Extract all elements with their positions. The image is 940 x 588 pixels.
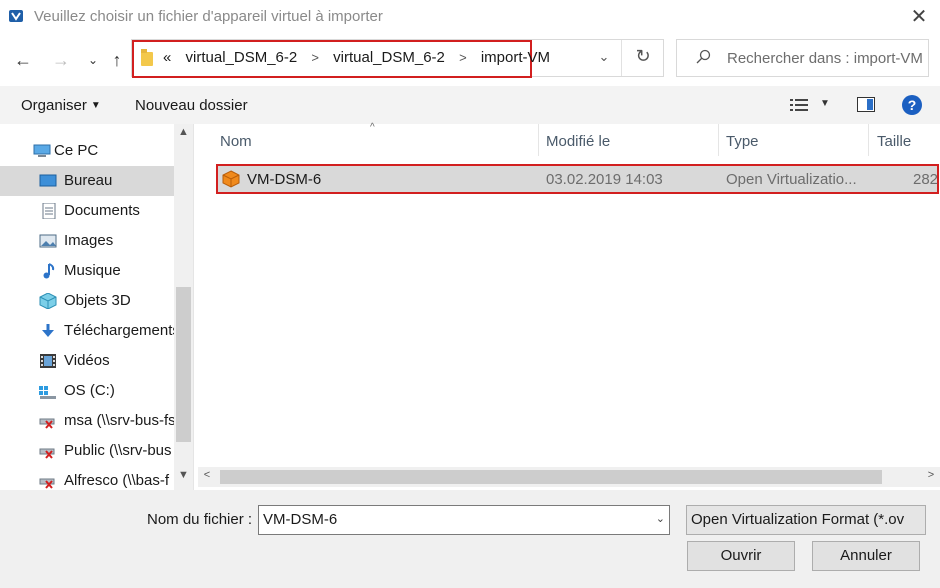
address-bar[interactable]: « virtual_DSM_6-2 > virtual_DSM_6-2 > im… bbox=[131, 39, 664, 78]
file-row[interactable]: VM-DSM-6 03.02.2019 14:03 Open Virtualiz… bbox=[216, 164, 939, 194]
column-header-name[interactable]: Nom bbox=[220, 133, 252, 150]
sidebar-item-os-c[interactable]: OS (C:) bbox=[0, 376, 174, 406]
chevron-right-icon[interactable]: > bbox=[459, 50, 467, 65]
drive-icon bbox=[39, 386, 56, 399]
sidebar-item-musique[interactable]: Musique bbox=[0, 256, 174, 286]
sidebar-item-videos[interactable]: Vidéos bbox=[0, 346, 174, 376]
filename-field[interactable]: VM-DSM-6 ⌄ bbox=[258, 505, 670, 535]
desktop-icon bbox=[39, 174, 57, 187]
divider bbox=[621, 40, 622, 76]
cancel-button[interactable]: Annuler bbox=[812, 541, 920, 571]
filename-label: Nom du fichier : bbox=[147, 511, 253, 528]
view-details-icon[interactable] bbox=[790, 98, 808, 112]
breadcrumb-item[interactable]: import-VM bbox=[481, 49, 550, 66]
file-type-value: Open Virtualization Format (*.ov bbox=[691, 511, 905, 528]
column-header-type[interactable]: Type bbox=[726, 133, 759, 150]
3d-objects-icon bbox=[39, 293, 57, 309]
file-modified: 03.02.2019 14:03 bbox=[546, 171, 663, 188]
sidebar-scrollbar[interactable]: ▲ ▼ bbox=[174, 124, 193, 490]
network-drive-disconnected-icon bbox=[39, 478, 55, 489]
open-button[interactable]: Ouvrir bbox=[687, 541, 795, 571]
folder-icon bbox=[141, 49, 153, 66]
scroll-up-icon[interactable]: ▲ bbox=[174, 126, 193, 146]
organize-button[interactable]: Organiser ▼ bbox=[21, 97, 101, 114]
column-divider[interactable] bbox=[718, 124, 719, 156]
refresh-icon[interactable]: ↻ bbox=[632, 46, 654, 68]
pictures-icon bbox=[39, 234, 57, 248]
scroll-left-icon[interactable]: < bbox=[198, 469, 216, 485]
chevron-down-icon[interactable]: ⌄ bbox=[656, 512, 665, 525]
column-divider[interactable] bbox=[538, 124, 539, 156]
sidebar-item-documents[interactable]: Documents bbox=[0, 196, 174, 226]
search-icon bbox=[696, 49, 711, 64]
sidebar-item-bureau[interactable]: Bureau bbox=[0, 166, 174, 196]
breadcrumb-item[interactable]: virtual_DSM_6-2 bbox=[333, 49, 445, 66]
column-header-row: ^ Nom Modifié le Type Taille bbox=[194, 122, 940, 159]
dialog-footer: Nom du fichier : VM-DSM-6 ⌄ Open Virtual… bbox=[0, 490, 940, 588]
file-type-select[interactable]: Open Virtualization Format (*.ov bbox=[686, 505, 926, 535]
sidebar-item-alfresco[interactable]: Alfresco (\\bas-f bbox=[0, 466, 174, 490]
file-name: VM-DSM-6 bbox=[247, 171, 322, 188]
recent-locations-chevron-icon[interactable]: ⌄ bbox=[82, 49, 104, 71]
column-header-size[interactable]: Taille bbox=[877, 133, 911, 150]
videos-icon bbox=[40, 354, 56, 368]
breadcrumb-item[interactable]: virtual_DSM_6-2 bbox=[186, 49, 298, 66]
chevron-right-icon[interactable]: > bbox=[311, 50, 319, 65]
file-list: ^ Nom Modifié le Type Taille VM-DSM-6 03… bbox=[194, 122, 940, 490]
search-input[interactable]: Rechercher dans : import-VM bbox=[676, 39, 929, 77]
music-icon bbox=[43, 263, 55, 279]
scrollbar-thumb[interactable] bbox=[176, 287, 191, 442]
preview-pane-icon[interactable] bbox=[857, 97, 875, 112]
new-folder-button[interactable]: Nouveau dossier bbox=[135, 97, 248, 114]
scrollbar-thumb[interactable] bbox=[220, 470, 882, 484]
sidebar-item-objets-3d[interactable]: Objets 3D bbox=[0, 286, 174, 316]
sort-ascending-icon: ^ bbox=[370, 122, 375, 133]
column-header-modified[interactable]: Modifié le bbox=[546, 133, 610, 150]
navigation-bar: ← → ⌄ ↑ « virtual_DSM_6-2 > virtual_DSM_… bbox=[0, 34, 940, 86]
scroll-right-icon[interactable]: > bbox=[922, 469, 940, 485]
documents-icon bbox=[42, 203, 56, 219]
scroll-down-icon[interactable]: ▼ bbox=[174, 469, 193, 489]
downloads-icon bbox=[42, 324, 54, 337]
close-icon[interactable]: ✕ bbox=[906, 5, 932, 29]
network-drive-disconnected-icon bbox=[39, 448, 55, 459]
help-icon[interactable]: ? bbox=[902, 95, 922, 115]
filename-value: VM-DSM-6 bbox=[263, 511, 338, 528]
sidebar-item-public[interactable]: Public (\\srv-bus bbox=[0, 436, 174, 466]
file-size: 282 bbox=[913, 171, 939, 188]
network-drive-disconnected-icon bbox=[39, 418, 55, 429]
file-type: Open Virtualizatio... bbox=[726, 171, 857, 188]
command-bar: Organiser ▼ Nouveau dossier ▼ ? bbox=[0, 86, 940, 124]
chevron-down-icon[interactable]: ⌄ bbox=[594, 49, 614, 67]
sidebar-item-images[interactable]: Images bbox=[0, 226, 174, 256]
navigation-pane: Ce PC Bureau Documents Images Musique Ob… bbox=[0, 124, 194, 490]
back-arrow-icon[interactable]: ← bbox=[12, 49, 34, 71]
search-placeholder: Rechercher dans : import-VM bbox=[727, 50, 923, 67]
breadcrumb: « virtual_DSM_6-2 > virtual_DSM_6-2 > im… bbox=[163, 49, 560, 66]
forward-arrow-icon[interactable]: → bbox=[50, 49, 72, 71]
sidebar-item-ce-pc[interactable]: Ce PC bbox=[0, 136, 174, 166]
title-bar: Veuillez choisir un fichier d'appareil v… bbox=[0, 0, 940, 34]
sidebar-item-telechargements[interactable]: Téléchargements bbox=[0, 316, 174, 346]
sidebar-item-msa[interactable]: msa (\\srv-bus-fs bbox=[0, 406, 174, 436]
file-list-horizontal-scrollbar[interactable]: < > bbox=[198, 467, 940, 487]
window-title: Veuillez choisir un fichier d'appareil v… bbox=[34, 8, 383, 25]
up-arrow-icon[interactable]: ↑ bbox=[106, 49, 128, 71]
computer-icon bbox=[33, 144, 51, 157]
breadcrumb-overflow[interactable]: « bbox=[163, 49, 171, 66]
view-options-caret-icon[interactable]: ▼ bbox=[820, 98, 830, 109]
virtualbox-icon bbox=[9, 10, 23, 22]
virtual-appliance-icon bbox=[222, 170, 240, 188]
column-divider[interactable] bbox=[868, 124, 869, 156]
